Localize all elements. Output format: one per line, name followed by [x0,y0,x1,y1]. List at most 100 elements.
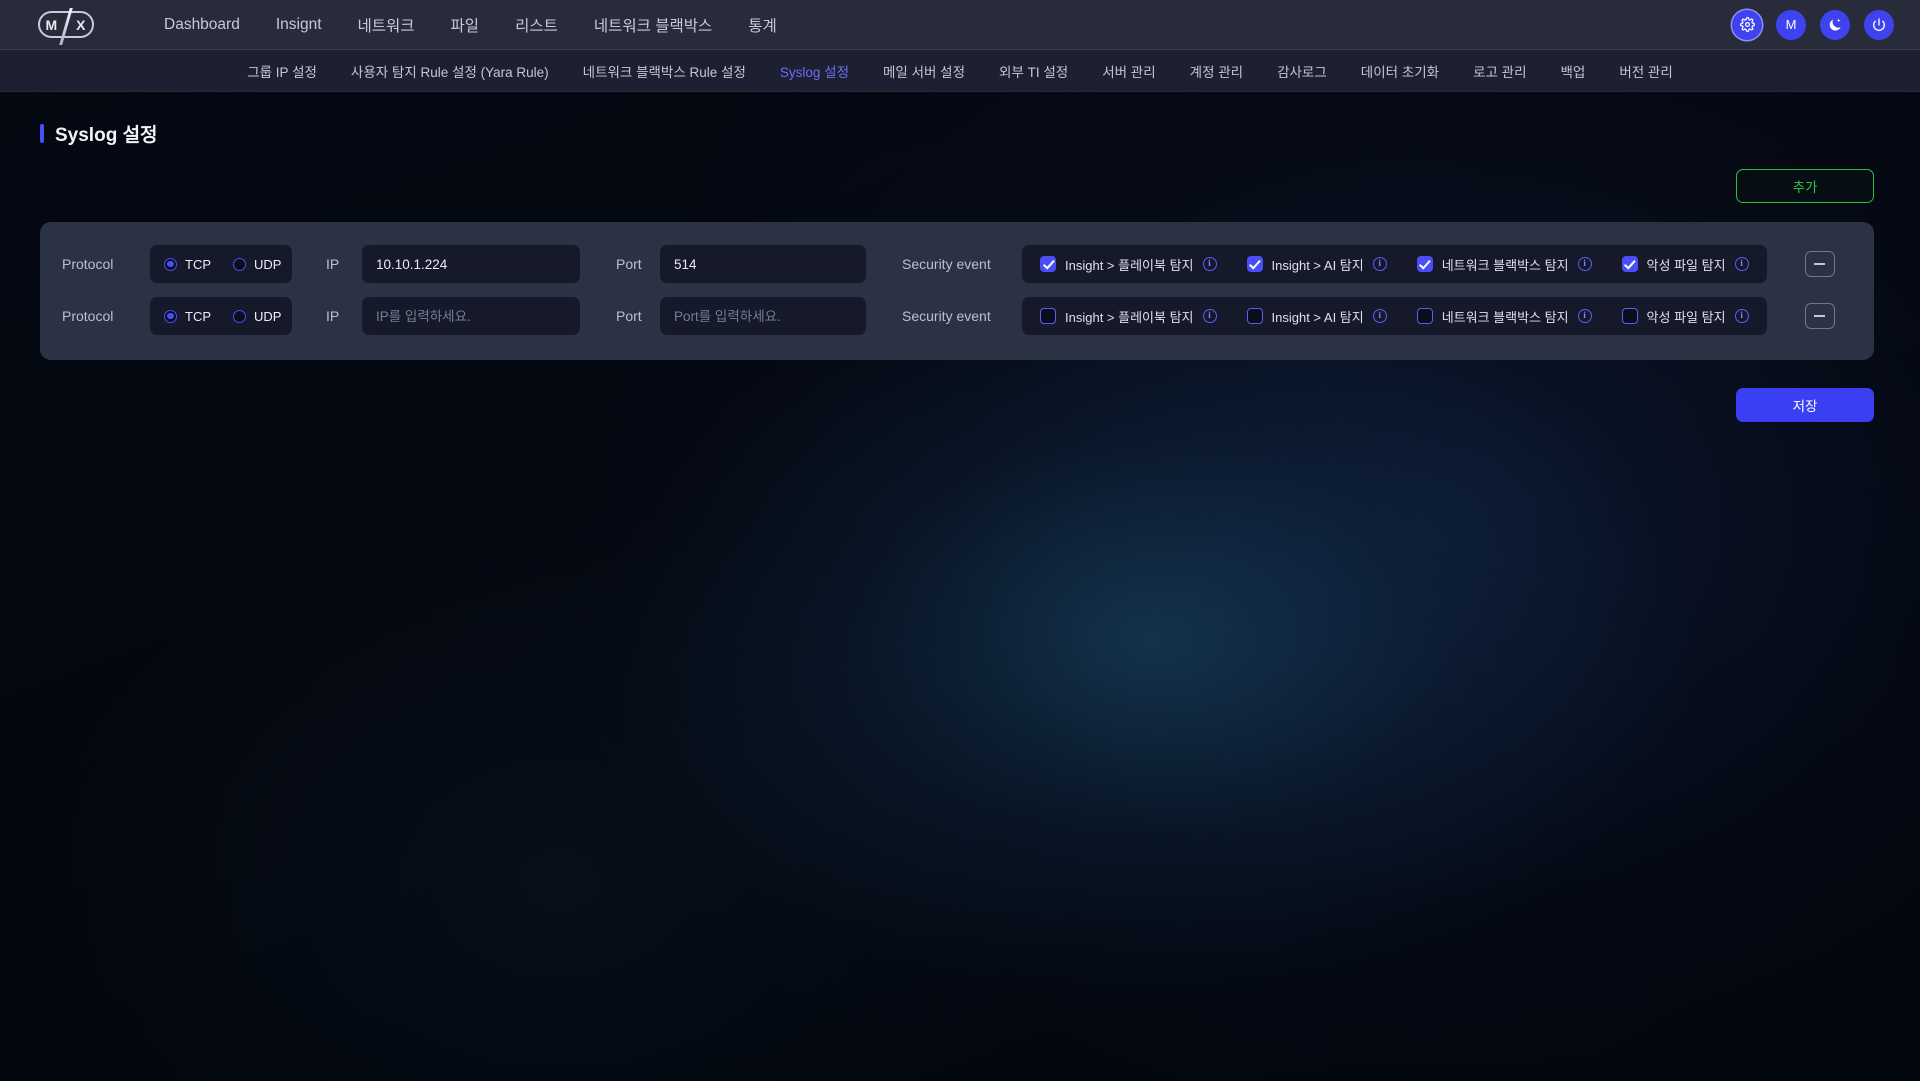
radio-tcp-icon [164,309,177,323]
protocol-radio-group: TCP UDP [150,245,292,283]
subnav-item-account-management[interactable]: 계정 관리 [1190,61,1243,81]
syslog-rows-panel: Protocol TCP UDP IP Port Security event [40,222,1874,360]
security-event-malware[interactable]: 악성 파일 탐지 i [1621,255,1749,274]
remove-row-button[interactable] [1804,251,1835,277]
subnav-item-yara-rule[interactable]: 사용자 탐지 Rule 설정 (Yara Rule) [351,61,549,81]
subnav-item-version-management[interactable]: 버전 관리 [1619,61,1672,81]
security-event-ai-label: Insight > AI 탐지 [1271,309,1364,325]
protocol-label: Protocol [62,256,114,272]
subnav-item-audit-log[interactable]: 감사로그 [1277,61,1327,81]
top-navigation-bar: M X Dashboard Insignt 네트워크 파일 리스트 네트워크 블… [0,0,1920,50]
protocol-option-tcp[interactable]: TCP [164,309,211,324]
subnav-item-blackbox-rule[interactable]: 네트워크 블랙박스 Rule 설정 [583,61,746,81]
checkbox-malware-icon[interactable] [1621,308,1638,324]
security-event-playbook-label: Insight > 플레이북 탐지 [1065,309,1194,325]
port-label: Port [616,308,642,324]
info-icon[interactable]: i [1372,309,1387,323]
page-title: Syslog 설정 [55,125,158,146]
main-navigation: Dashboard Insignt 네트워크 파일 리스트 네트워크 블랙박스 … [164,14,777,36]
security-event-playbook[interactable]: Insight > 플레이북 탐지 i [1040,307,1217,326]
page-title-row: Syslog 설정 [40,120,1874,147]
security-event-blackbox[interactable]: 네트워크 블랙박스 탐지 i [1416,255,1592,274]
nav-item-network[interactable]: 네트워크 [358,14,415,36]
moon-icon[interactable] [1820,9,1850,40]
security-event-playbook-label: Insight > 플레이북 탐지 [1065,257,1194,273]
subnav-item-group-ip[interactable]: 그룹 IP 설정 [247,61,317,81]
subnav-item-logo-management[interactable]: 로고 관리 [1473,61,1526,81]
checkbox-ai-icon[interactable] [1246,256,1263,272]
nav-item-file[interactable]: 파일 [451,14,480,36]
logo-letter-x: X [76,16,87,33]
nav-item-insight[interactable]: Insignt [276,16,322,34]
checkbox-blackbox-icon[interactable] [1416,308,1433,324]
protocol-option-udp[interactable]: UDP [233,309,281,324]
protocol-radio-group: TCP UDP [150,297,292,335]
nav-item-network-blackbox[interactable]: 네트워크 블랙박스 [594,14,712,36]
page-content: Syslog 설정 추가 Protocol TCP UDP IP 10.10.1… [0,92,1920,422]
subnav-item-backup[interactable]: 백업 [1561,61,1586,81]
security-event-blackbox-label: 네트워크 블랙박스 탐지 [1441,309,1569,325]
save-button[interactable]: 저장 [1736,388,1874,422]
port-input[interactable] [660,297,866,335]
protocol-udp-label: UDP [254,256,282,272]
radio-tcp-icon [164,257,177,271]
radio-udp-icon [233,309,246,323]
security-event-playbook[interactable]: Insight > 플레이북 탐지 i [1040,255,1217,274]
ip-input[interactable] [362,297,580,335]
subnav-item-external-ti[interactable]: 외부 TI 설정 [999,61,1068,81]
protocol-tcp-label: TCP [185,256,211,272]
remove-row-button[interactable] [1804,303,1835,329]
info-icon[interactable]: i [1202,309,1217,323]
security-event-label: Security event [902,308,991,324]
checkbox-blackbox-icon[interactable] [1416,256,1433,272]
protocol-label: Protocol [62,308,114,324]
user-avatar[interactable]: M [1776,9,1806,40]
ip-label: IP [326,256,340,272]
app-logo[interactable]: M X [38,8,94,45]
security-event-blackbox[interactable]: 네트워크 블랙박스 탐지 i [1416,307,1592,326]
security-event-group: Insight > 플레이북 탐지 i Insight > AI 탐지 i 네트… [1022,297,1767,335]
info-icon[interactable]: i [1734,257,1749,271]
logo-slash-icon [59,8,73,45]
security-event-malware-label: 악성 파일 탐지 [1646,257,1726,273]
port-label: Port [616,256,642,272]
title-accent-bar [40,124,44,143]
nav-item-list[interactable]: 리스트 [515,14,558,36]
checkbox-ai-icon[interactable] [1246,308,1263,324]
security-event-label: Security event [902,256,991,272]
save-row: 저장 [40,388,1874,422]
port-input[interactable] [660,245,866,283]
radio-udp-icon [233,257,246,271]
nav-item-statistics[interactable]: 통계 [748,14,777,36]
security-event-ai[interactable]: Insight > AI 탐지 i [1246,255,1387,274]
protocol-option-udp[interactable]: UDP [233,257,281,272]
security-event-ai-label: Insight > AI 탐지 [1271,257,1364,273]
info-icon[interactable]: i [1202,257,1217,271]
checkbox-playbook-icon[interactable] [1040,308,1056,324]
checkbox-playbook-icon[interactable] [1040,256,1056,272]
security-event-malware[interactable]: 악성 파일 탐지 i [1621,307,1749,326]
minus-icon [1814,263,1826,265]
nav-item-dashboard[interactable]: Dashboard [164,16,240,34]
syslog-row: Protocol TCP UDP IP Port Security event [62,238,1852,290]
info-icon[interactable]: i [1577,309,1592,323]
power-icon[interactable] [1864,9,1894,40]
info-icon[interactable]: i [1734,309,1749,323]
protocol-option-tcp[interactable]: TCP [164,257,211,272]
security-event-blackbox-label: 네트워크 블랙박스 탐지 [1441,257,1569,273]
protocol-tcp-label: TCP [185,308,211,324]
add-button[interactable]: 추가 [1736,169,1874,203]
subnav-item-mail-server[interactable]: 메일 서버 설정 [883,61,965,81]
subnav-item-server-management[interactable]: 서버 관리 [1102,61,1155,81]
security-event-group: Insight > 플레이북 탐지 i Insight > AI 탐지 i 네트… [1022,245,1767,283]
security-event-malware-label: 악성 파일 탐지 [1646,309,1726,325]
subnav-item-syslog[interactable]: Syslog 설정 [780,61,849,81]
security-event-ai[interactable]: Insight > AI 탐지 i [1246,307,1387,326]
info-icon[interactable]: i [1372,257,1387,271]
app-root: M X Dashboard Insignt 네트워크 파일 리스트 네트워크 블… [0,0,1920,1081]
checkbox-malware-icon[interactable] [1621,256,1638,272]
info-icon[interactable]: i [1577,257,1592,271]
gear-icon[interactable] [1732,9,1762,40]
ip-input[interactable] [362,245,580,283]
subnav-item-data-reset[interactable]: 데이터 초기화 [1361,61,1439,81]
